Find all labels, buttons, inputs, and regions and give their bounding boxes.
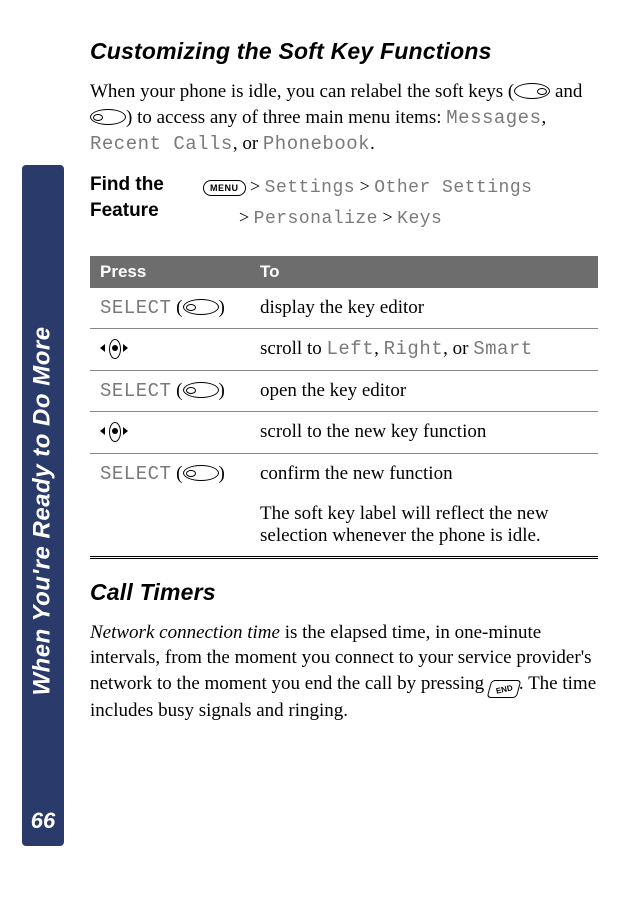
col-press: Press bbox=[90, 256, 250, 288]
table-row: SELECT () display the key editor bbox=[90, 288, 598, 329]
intro-paragraph: When your phone is idle, you can relabel… bbox=[90, 79, 598, 158]
nav-key-icon bbox=[100, 421, 128, 441]
find-the-feature: Find theFeature MENU > Settings > Other … bbox=[90, 172, 598, 234]
table-row: SELECT () open the key editor bbox=[90, 370, 598, 411]
menu-key-icon: MENU bbox=[203, 180, 246, 196]
right-softkey-icon bbox=[90, 109, 126, 125]
sidebar: When You're Ready to Do More 66 bbox=[0, 0, 70, 901]
section-heading-calltimers: Call Timers bbox=[90, 579, 598, 606]
table-row-extra: The soft key label will reflect the new … bbox=[90, 494, 598, 558]
nav-key-icon bbox=[100, 338, 128, 358]
content: Customizing the Soft Key Functions When … bbox=[90, 38, 598, 737]
table-row: SELECT () confirm the new function bbox=[90, 453, 598, 494]
right-softkey-icon bbox=[183, 382, 219, 398]
press-to-table: Press To SELECT () display the key edito… bbox=[90, 256, 598, 559]
table-row: scroll to Left, Right, or Smart bbox=[90, 328, 598, 370]
col-to: To bbox=[250, 256, 598, 288]
page: When You're Ready to Do More 66 Customiz… bbox=[0, 0, 638, 901]
left-softkey-icon bbox=[514, 83, 550, 99]
section-heading-customizing: Customizing the Soft Key Functions bbox=[90, 38, 598, 65]
right-softkey-icon bbox=[183, 299, 219, 315]
feature-label: Find theFeature bbox=[90, 172, 185, 223]
table-row: scroll to the new key function bbox=[90, 411, 598, 453]
end-key-icon: END bbox=[487, 680, 522, 698]
sidebar-title: When You're Ready to Do More bbox=[22, 231, 64, 791]
right-softkey-icon bbox=[183, 465, 219, 481]
calltimers-paragraph: Network connection time is the elapsed t… bbox=[90, 620, 598, 724]
page-number: 66 bbox=[22, 802, 64, 846]
table-header-row: Press To bbox=[90, 256, 598, 288]
feature-path: MENU > Settings > Other Settings > Perso… bbox=[203, 172, 598, 234]
